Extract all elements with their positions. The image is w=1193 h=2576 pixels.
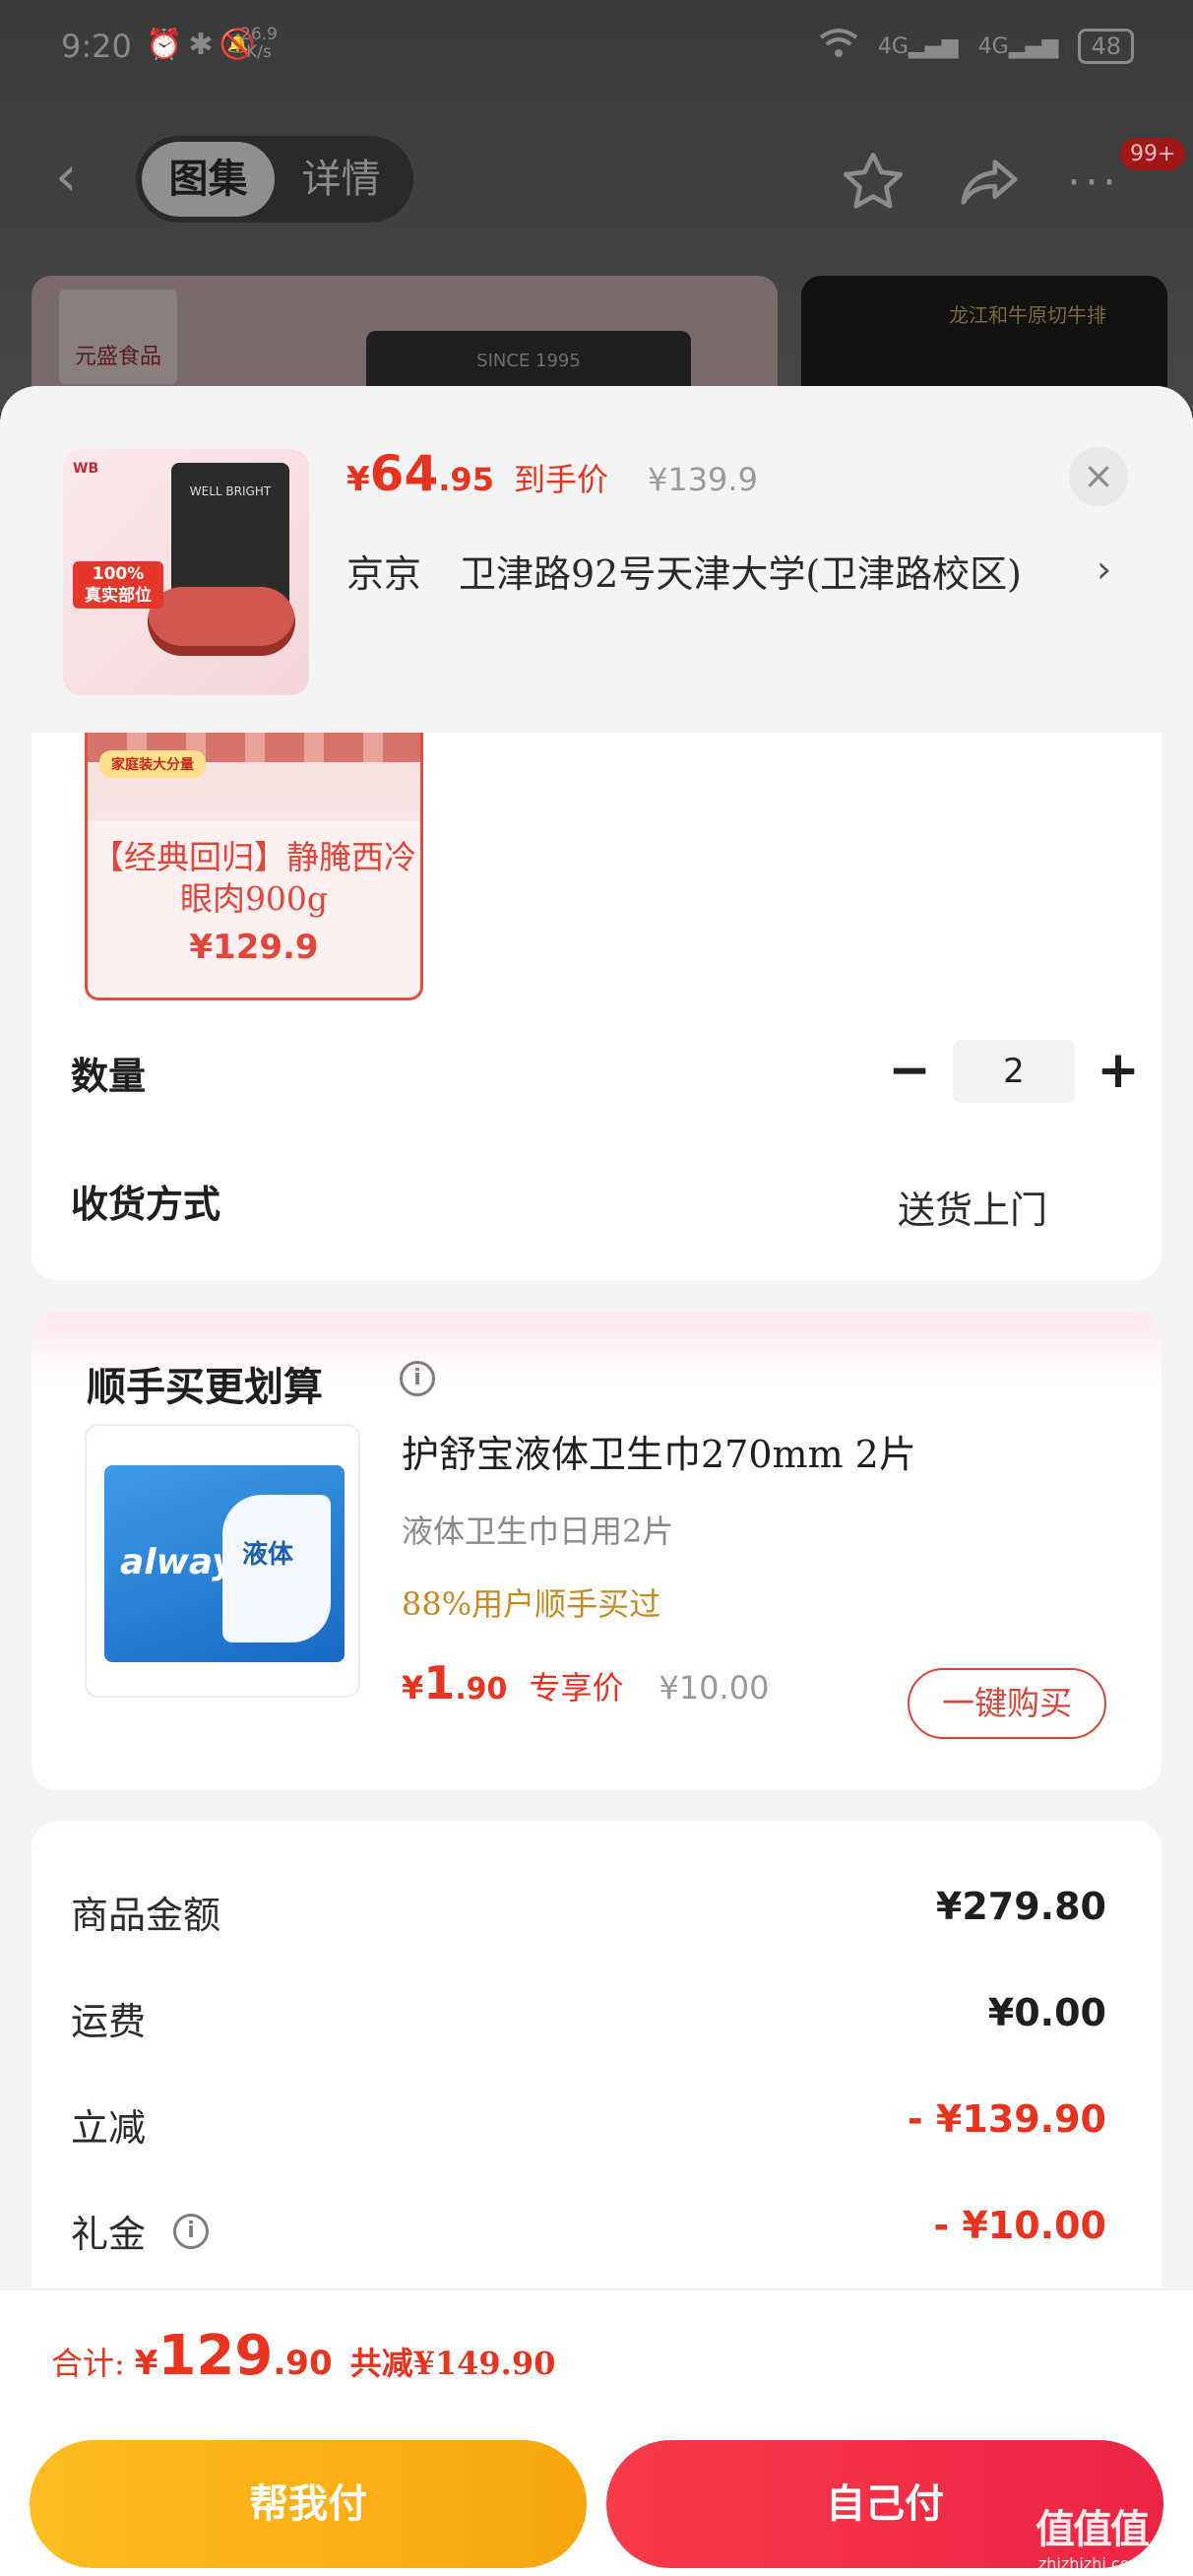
summary-value: ¥0.00 <box>987 1991 1106 2034</box>
quantity-value[interactable]: 2 <box>953 1040 1075 1103</box>
total-currency: ¥ <box>134 2344 158 2383</box>
message-badge: 99+ <box>1120 138 1186 170</box>
addon-original-price: ¥10.00 <box>659 1669 770 1707</box>
summary-row-shipping: 运费 ¥0.00 <box>71 1991 1106 2050</box>
summary-label: 商品金额 <box>71 1894 221 1937</box>
total-label: 合计: <box>51 2345 125 2382</box>
battery-icon: 48 <box>1078 29 1134 64</box>
banner-text: 龙江和牛原切牛排 <box>949 303 1106 327</box>
product-price: ¥ 64 .95 到手价 ¥139.9 <box>346 445 758 524</box>
summary-label: 立减 <box>71 2106 147 2150</box>
price-tag: 到手价 <box>513 461 608 498</box>
share-icon[interactable] <box>953 148 1026 217</box>
variant-image: 家庭装大分量 <box>88 733 420 821</box>
close-icon[interactable]: × <box>1069 447 1128 506</box>
watermark-logo: 值值值 <box>1036 2507 1150 2552</box>
quantity-plus-button[interactable]: + <box>1087 1040 1150 1103</box>
addon-price-decimal: .90 <box>455 1672 508 1707</box>
delivery-label: 收货方式 <box>71 1182 221 1226</box>
addon-social-proof: 88%用户顺手买过 <box>402 1585 661 1623</box>
pack-label: 液体 <box>242 1540 294 1570</box>
total-decimal: .90 <box>273 2344 333 2383</box>
help-pay-button[interactable]: 帮我付 <box>30 2440 587 2568</box>
quantity-label: 数量 <box>71 1055 147 1098</box>
addon-price-tag: 专享价 <box>529 1669 624 1707</box>
top-nav: ‹ 图集 详情 ··· 99+ <box>0 128 1193 236</box>
addon-price-integer: 1 <box>423 1656 456 1709</box>
thumb-logo: WB <box>73 461 99 477</box>
view-switch: 图集 详情 <box>136 136 413 223</box>
quantity-stepper: − 2 + <box>878 1040 1150 1103</box>
addon-product-desc: 液体卫生巾日用2片 <box>402 1513 674 1550</box>
tab-gallery[interactable]: 图集 <box>142 142 275 217</box>
info-icon[interactable]: i <box>400 1361 435 1396</box>
addon-product-image[interactable]: always 液体 <box>85 1424 360 1698</box>
gift-info-icon[interactable]: i <box>173 2214 209 2249</box>
brand-logo: 元盛食品 <box>59 290 177 384</box>
summary-row-discount: 立减 - ¥139.90 <box>71 2097 1106 2157</box>
summary-label: 礼金 <box>71 2213 147 2256</box>
watermark-url: zhizhizhi.com <box>1037 2554 1146 2573</box>
status-right: 4G▂▄▆ 4G▂▄▆ 48 <box>819 28 1134 65</box>
chevron-right-icon[interactable]: › <box>1097 547 1111 591</box>
summary-value: ¥279.80 <box>935 1885 1106 1928</box>
back-arrow-icon[interactable]: ‹ <box>55 150 98 209</box>
thumb-tag: 100% 真实部位 <box>73 561 163 609</box>
summary-row-subtotal: 商品金额 ¥279.80 <box>71 1885 1106 1944</box>
variant-option-selected[interactable]: 家庭装大分量 【经典回归】静腌西冷眼肉900g ¥129.9 <box>85 733 423 1000</box>
price-integer: 64 <box>369 445 439 502</box>
purchase-sheet: 家庭装大分量 【经典回归】静腌西冷眼肉900g ¥129.9 数量 − 2 + … <box>0 386 1193 2576</box>
total-saved: 共减¥149.90 <box>349 2345 556 2382</box>
addon-title: 顺手买更划算 <box>87 1365 323 1410</box>
favorite-star-icon[interactable] <box>839 148 908 217</box>
background-page: 9:20 ⏰✱🔕 26.9 K/s 4G▂▄▆ 4G▂▄▆ 48 ‹ 图集 详情… <box>0 0 1193 423</box>
options-card: 家庭装大分量 【经典回归】静腌西冷眼肉900g ¥129.9 数量 − 2 + … <box>31 733 1162 1280</box>
addon-card: 顺手买更划算 i always 液体 护舒宝液体卫生巾270mm 2片 液体卫生… <box>31 1312 1162 1790</box>
summary-label: 运费 <box>71 2000 147 2043</box>
network-speed: 26.9 K/s <box>240 25 278 62</box>
sheet-header: WB WELL BRIGHT 100% 真实部位 ¥ 64 .95 到手价 ¥1… <box>0 386 1193 733</box>
addon-price-currency: ¥ <box>402 1669 424 1707</box>
total-integer: 129 <box>157 2324 274 2388</box>
signal-icon-2: 4G▂▄▆ <box>977 33 1059 59</box>
variant-chip: 家庭装大分量 <box>99 750 206 778</box>
price-summary-card: 商品金额 ¥279.80 运费 ¥0.00 立减 - ¥139.90 礼金 - … <box>31 1822 1162 2334</box>
original-price: ¥139.9 <box>647 461 758 498</box>
price-decimal: .95 <box>438 461 494 498</box>
more-icon[interactable]: ··· <box>1067 158 1120 208</box>
variant-price: ¥129.9 <box>189 928 319 967</box>
status-bar: 9:20 ⏰✱🔕 26.9 K/s 4G▂▄▆ 4G▂▄▆ 48 <box>0 0 1193 98</box>
quantity-minus-button[interactable]: − <box>878 1040 941 1103</box>
product-thumbnail: WB WELL BRIGHT 100% 真实部位 <box>63 449 309 695</box>
wifi-icon <box>819 28 858 65</box>
total-price: 合计: ¥ 129 .90 共减¥149.90 <box>51 2324 555 2388</box>
delivery-method[interactable]: 送货上门 <box>898 1180 1047 1234</box>
summary-value: - ¥10.00 <box>933 2204 1106 2247</box>
price-currency: ¥ <box>346 460 370 499</box>
summary-row-gift: 礼金 - ¥10.00 <box>71 2204 1106 2263</box>
summary-value: - ¥139.90 <box>907 2097 1106 2141</box>
addon-product-name[interactable]: 护舒宝液体卫生巾270mm 2片 <box>402 1424 916 1478</box>
site-watermark: 值值值 zhizhizhi.com <box>1036 2497 1150 2573</box>
status-time: 9:20 <box>61 28 132 65</box>
variant-name: 【经典回归】静腌西冷眼肉900g <box>92 838 416 918</box>
checkout-footer: 合计: ¥ 129 .90 共减¥149.90 帮我付 自己付 值值值 zhiz… <box>0 2288 1193 2576</box>
signal-icon-1: 4G▂▄▆ <box>877 33 959 59</box>
tab-details[interactable]: 详情 <box>275 142 408 217</box>
one-click-buy-button[interactable]: 一键购买 <box>908 1668 1106 1739</box>
steak-image <box>148 587 295 656</box>
delivery-address[interactable]: 京京 卫津路92号天津大学(卫津路校区) <box>346 549 1055 599</box>
addon-price: ¥ 1 .90 专享价 ¥10.00 <box>402 1656 769 1709</box>
